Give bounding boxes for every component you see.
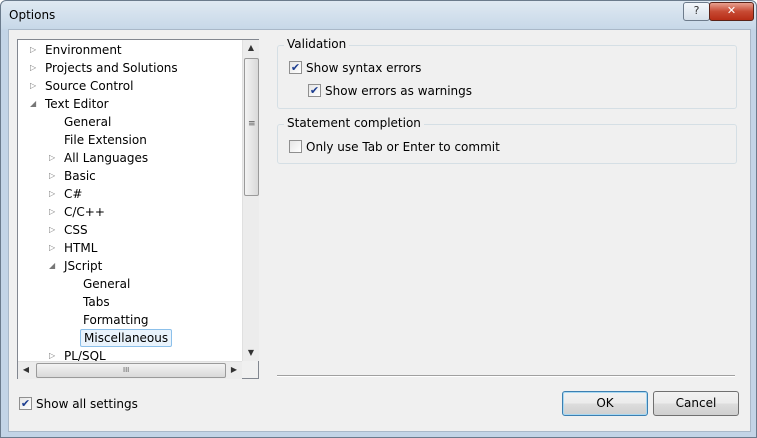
tree-item[interactable]: Tabs bbox=[18, 293, 242, 311]
tree-item[interactable]: ◢ Text Editor bbox=[18, 95, 242, 113]
tree-horizontal-scrollbar[interactable]: ◀ III ▶ bbox=[18, 361, 242, 379]
tree-item-label: Tabs bbox=[83, 295, 110, 309]
tree-item[interactable]: ▷ Projects and Solutions bbox=[18, 59, 242, 77]
expand-arrow-icon[interactable]: ▷ bbox=[49, 203, 55, 221]
collapse-arrow-icon[interactable]: ◢ bbox=[30, 95, 36, 113]
tree-item-label: All Languages bbox=[64, 151, 149, 165]
grip-icon: III bbox=[123, 366, 130, 374]
scroll-right-arrow-icon[interactable]: ▶ bbox=[226, 362, 242, 378]
window-title: Options bbox=[9, 8, 56, 22]
scroll-left-arrow-icon[interactable]: ◀ bbox=[18, 362, 34, 378]
tree-item-label: HTML bbox=[64, 241, 98, 255]
expand-arrow-icon[interactable]: ▷ bbox=[49, 239, 55, 257]
options-tree[interactable]: ▷ Environment ▷ Projects and Solutions ▷ Sour… bbox=[17, 39, 259, 379]
expand-arrow-icon[interactable]: ▷ bbox=[49, 347, 55, 361]
scroll-up-arrow-icon[interactable]: ▲ bbox=[243, 40, 259, 56]
show-syntax-errors-label: Show syntax errors bbox=[306, 61, 422, 75]
title-bar: Options ? ✕ bbox=[1, 1, 756, 29]
tree-item[interactable]: ▷ Source Control bbox=[18, 77, 242, 95]
tree-item[interactable]: ▷ PL/SQL bbox=[18, 347, 242, 361]
validation-group: Validation ✔ Show syntax errors ✔ Show e… bbox=[277, 37, 737, 109]
tree-item-label: General bbox=[64, 115, 112, 129]
footer-separator bbox=[277, 375, 735, 377]
tree-item-label: JScript bbox=[64, 259, 103, 273]
tree-item-label: Source Control bbox=[45, 79, 134, 93]
tree-item[interactable]: ▷ HTML bbox=[18, 239, 242, 257]
tree-vertical-scrollbar[interactable]: ▲ ≡ ▼ bbox=[242, 40, 259, 361]
tree-item[interactable]: ▷ CSS bbox=[18, 221, 242, 239]
tree-item-label: PL/SQL bbox=[64, 349, 106, 361]
only-tab-enter-commit-label: Only use Tab or Enter to commit bbox=[306, 140, 500, 154]
grip-icon: ≡ bbox=[248, 119, 256, 129]
tree-item-label: File Extension bbox=[64, 133, 147, 147]
tree-item[interactable]: ▷ Basic bbox=[18, 167, 242, 185]
expand-arrow-icon[interactable]: ▷ bbox=[49, 185, 55, 203]
tree-item-label: Text Editor bbox=[45, 97, 109, 111]
scrollbar-corner bbox=[242, 361, 258, 378]
tree-item-label: C# bbox=[64, 187, 83, 201]
tree-item[interactable]: Miscellaneous bbox=[18, 329, 242, 347]
tree-item[interactable]: ▷ C/C++ bbox=[18, 203, 242, 221]
horizontal-scroll-thumb[interactable]: III bbox=[36, 363, 226, 378]
expand-arrow-icon[interactable]: ▷ bbox=[30, 41, 36, 59]
checkbox-icon[interactable] bbox=[289, 140, 302, 153]
cancel-button[interactable]: Cancel bbox=[653, 391, 739, 416]
tree-items: ▷ Environment ▷ Projects and Solutions ▷ Sour… bbox=[18, 40, 242, 361]
tree-item-label: Environment bbox=[45, 43, 122, 57]
ok-button[interactable]: OK bbox=[562, 391, 648, 416]
options-dialog: Options ? ✕ ▷ Environment ▷ Projects and So… bbox=[0, 0, 757, 438]
show-errors-as-warnings-label: Show errors as warnings bbox=[325, 84, 473, 98]
expand-arrow-icon[interactable]: ▷ bbox=[49, 221, 55, 239]
checkbox-icon[interactable]: ✔ bbox=[308, 84, 321, 97]
tree-item[interactable]: General bbox=[18, 275, 242, 293]
dialog-client-area: ▷ Environment ▷ Projects and Solutions ▷ Sour… bbox=[8, 29, 751, 432]
show-all-settings-label: Show all settings bbox=[36, 397, 138, 411]
scroll-down-arrow-icon[interactable]: ▼ bbox=[243, 345, 259, 361]
expand-arrow-icon[interactable]: ▷ bbox=[49, 167, 55, 185]
collapse-arrow-icon[interactable]: ◢ bbox=[49, 257, 55, 275]
help-button[interactable]: ? bbox=[683, 2, 710, 21]
tree-item[interactable]: ◢ JScript bbox=[18, 257, 242, 275]
expand-arrow-icon[interactable]: ▷ bbox=[30, 77, 36, 95]
tree-item-label: Basic bbox=[64, 169, 96, 183]
tree-item[interactable]: ▷ All Languages bbox=[18, 149, 242, 167]
checkbox-icon[interactable]: ✔ bbox=[289, 61, 302, 74]
tree-item[interactable]: Formatting bbox=[18, 311, 242, 329]
tree-item-label: Formatting bbox=[83, 313, 149, 327]
expand-arrow-icon[interactable]: ▷ bbox=[30, 59, 36, 77]
expand-arrow-icon[interactable]: ▷ bbox=[49, 149, 55, 167]
vertical-scroll-thumb[interactable]: ≡ bbox=[244, 58, 259, 196]
tree-item[interactable]: File Extension bbox=[18, 131, 242, 149]
tree-item-label: Miscellaneous bbox=[80, 329, 173, 347]
tree-item[interactable]: General bbox=[18, 113, 242, 131]
validation-group-title: Validation bbox=[284, 37, 350, 51]
tree-item-label: C/C++ bbox=[64, 205, 105, 219]
statement-completion-group-title: Statement completion bbox=[284, 116, 424, 130]
tree-item-label: Projects and Solutions bbox=[45, 61, 178, 75]
tree-item[interactable]: ▷ C# bbox=[18, 185, 242, 203]
tree-item-label: CSS bbox=[64, 223, 88, 237]
tree-item-label: General bbox=[83, 277, 131, 291]
close-button[interactable]: ✕ bbox=[709, 2, 754, 21]
statement-completion-group: Statement completion Only use Tab or Ent… bbox=[277, 116, 737, 164]
checkbox-icon[interactable]: ✔ bbox=[19, 397, 32, 410]
tree-item[interactable]: ▷ Environment bbox=[18, 41, 242, 59]
